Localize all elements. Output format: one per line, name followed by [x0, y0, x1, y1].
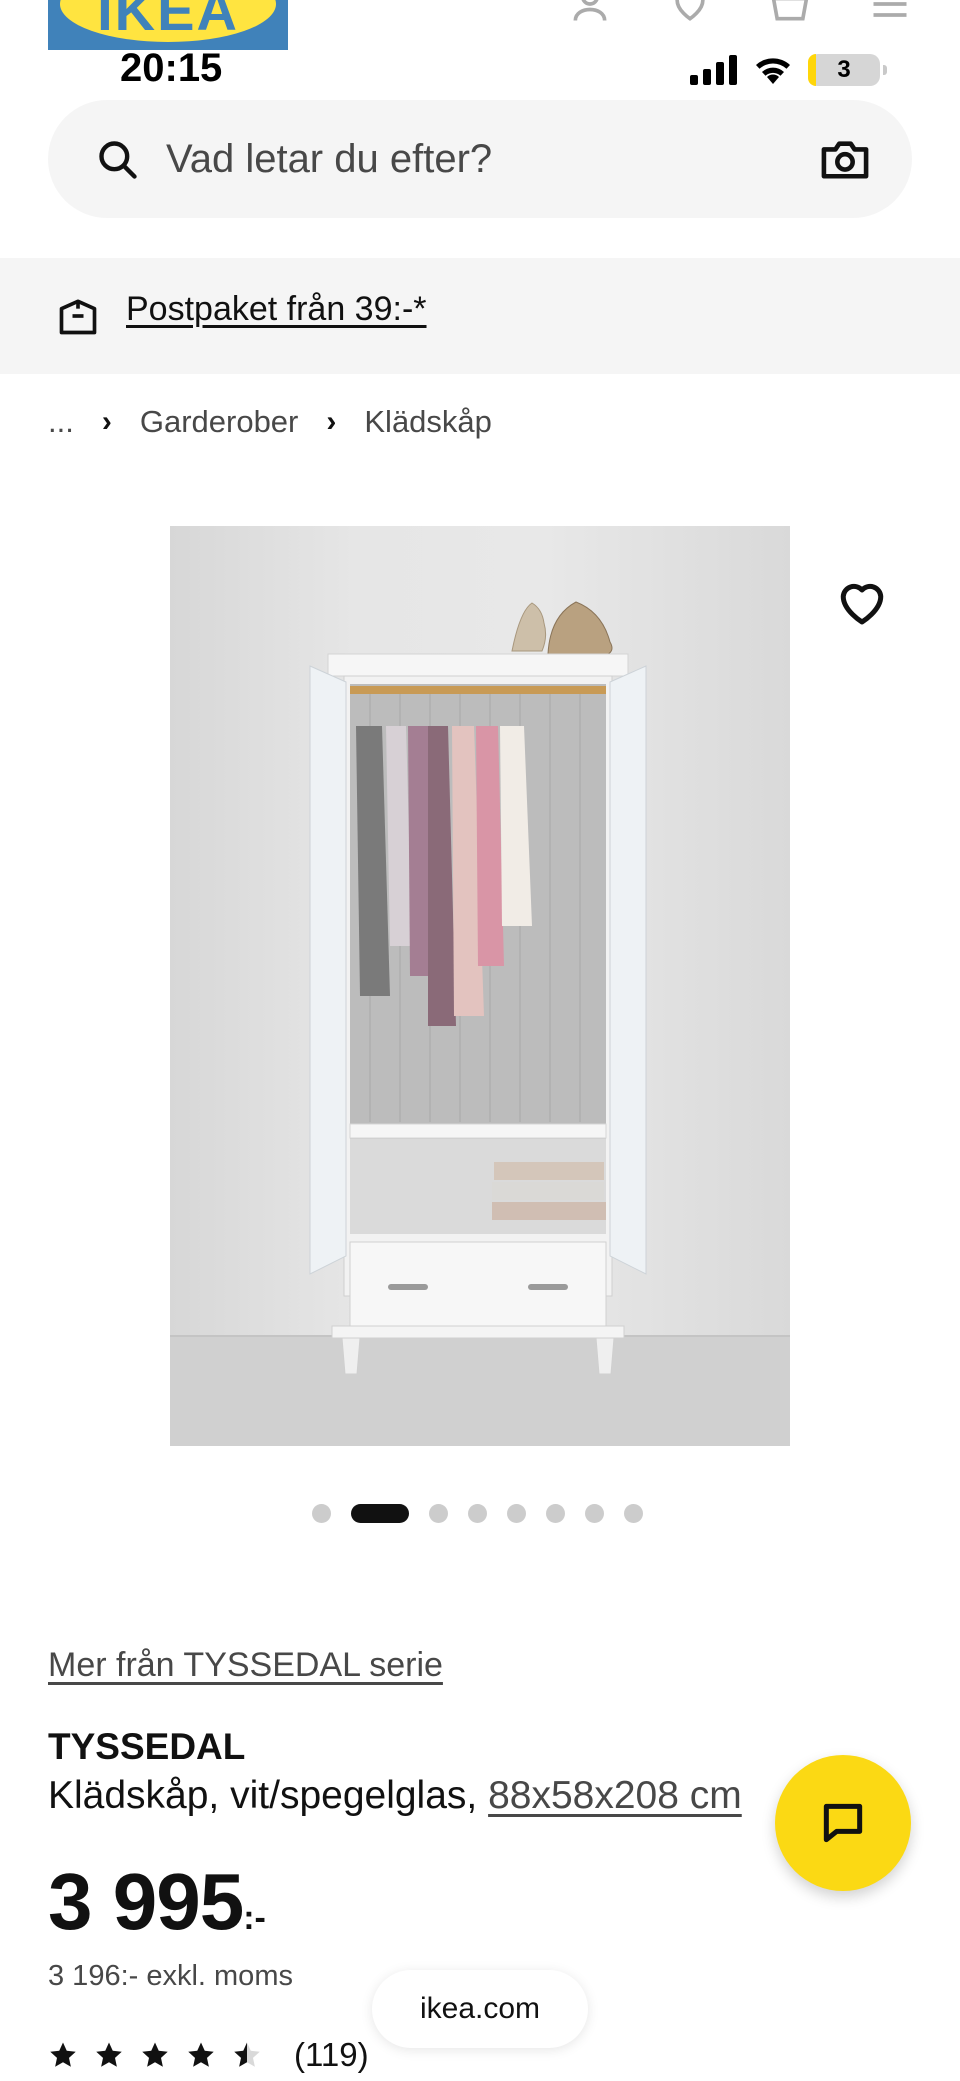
signal-icon — [690, 55, 737, 85]
carousel-dot[interactable] — [546, 1504, 565, 1523]
carousel-dot[interactable] — [468, 1504, 487, 1523]
battery-icon: 3 — [808, 54, 887, 86]
star-icon — [234, 2042, 260, 2067]
promo-banner: Postpaket från 39:-* — [0, 258, 960, 374]
search-icon[interactable] — [96, 138, 140, 182]
price-excl-vat: 3 196:- exkl. moms — [48, 1960, 293, 1992]
search-input[interactable] — [166, 100, 816, 218]
product-name: TYSSEDAL — [48, 1726, 246, 1767]
carousel-dot[interactable] — [351, 1504, 409, 1523]
carousel-dot[interactable] — [429, 1504, 448, 1523]
rating-count[interactable]: (119) — [294, 2036, 369, 2074]
wardrobe-illustration — [170, 601, 790, 1446]
star-icon — [96, 2042, 122, 2067]
price: 3 995 :- — [48, 1856, 266, 1948]
product-image[interactable] — [170, 526, 790, 1446]
series-link[interactable]: Mer från TYSSEDAL serie — [48, 1646, 443, 1685]
package-icon — [59, 299, 97, 335]
menu-icon[interactable] — [868, 0, 912, 26]
price-amount: 3 995 — [48, 1857, 244, 1946]
star-icon — [188, 2042, 214, 2067]
status-time: 20:15 — [120, 46, 223, 90]
site-header: IKEA — [0, 0, 960, 50]
breadcrumb: ... › Garderober › Klädskåp — [48, 404, 492, 440]
wifi-icon — [756, 58, 790, 84]
status-bar: 20:15 3 — [0, 46, 960, 94]
star-icon — [142, 2042, 168, 2067]
favorite-heart-icon[interactable] — [832, 572, 892, 632]
basket-icon[interactable] — [768, 0, 812, 26]
price-suffix: :- — [243, 1899, 266, 1937]
heart-icon[interactable] — [668, 0, 712, 26]
chat-button[interactable] — [775, 1755, 911, 1891]
chevron-right-icon: › — [326, 405, 337, 438]
carousel-dot[interactable] — [312, 1504, 331, 1523]
star-icon — [50, 2042, 76, 2067]
breadcrumb-more[interactable]: ... — [48, 404, 74, 440]
chat-icon — [823, 1803, 863, 1843]
profile-icon[interactable] — [568, 0, 612, 26]
breadcrumb-kladskap[interactable]: Klädskåp — [364, 404, 492, 440]
carousel-dot[interactable] — [585, 1504, 604, 1523]
camera-icon[interactable] — [820, 136, 870, 182]
search-bar[interactable] — [48, 100, 912, 218]
ikea-logo[interactable]: IKEA — [48, 0, 288, 50]
promo-link[interactable]: Postpaket från 39:-* — [126, 290, 427, 329]
rating[interactable]: (119) — [48, 2036, 369, 2074]
dimensions-link[interactable]: 88x58x208 cm — [488, 1774, 742, 1817]
product-description: Klädskåp, vit/spegelglas, 88x58x208 cm — [48, 1774, 742, 1818]
product-type: Klädskåp, vit/spegelglas, — [48, 1774, 478, 1817]
browser-url-bar[interactable]: ikea.com — [372, 1970, 588, 2048]
carousel-dots — [312, 1504, 643, 1523]
carousel-dot[interactable] — [624, 1504, 643, 1523]
chevron-right-icon: › — [101, 405, 112, 438]
breadcrumb-garderober[interactable]: Garderober — [140, 404, 299, 440]
carousel-dot[interactable] — [507, 1504, 526, 1523]
